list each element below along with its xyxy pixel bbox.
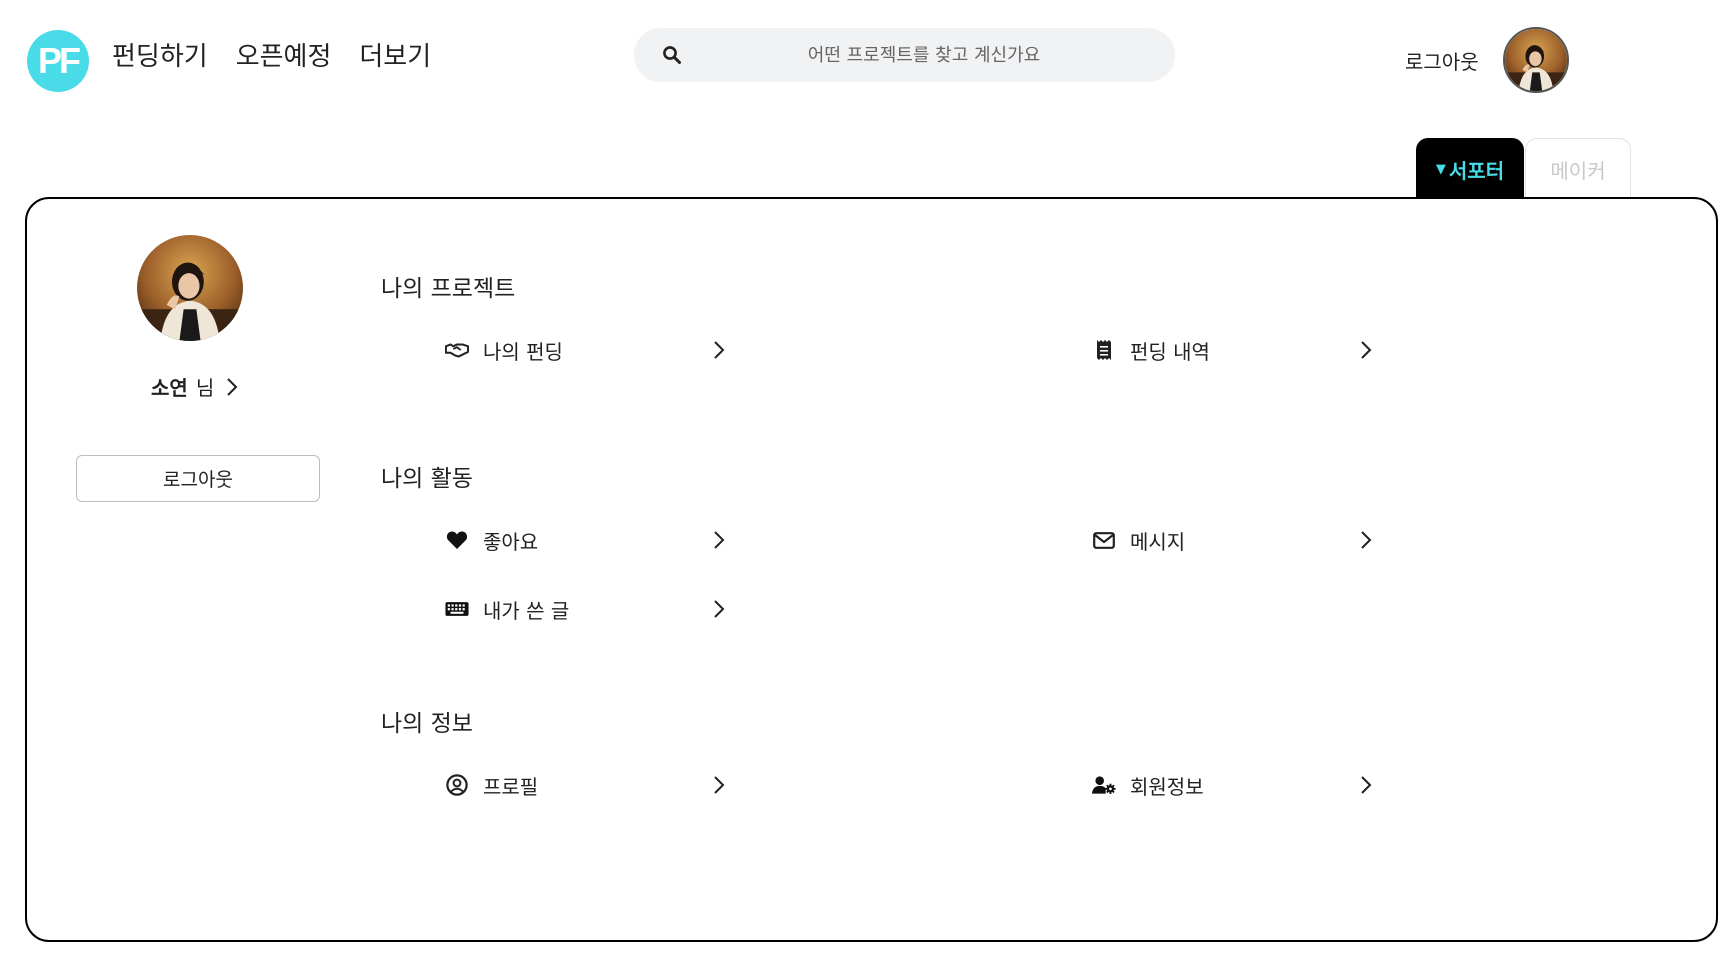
page: PF 펀딩하기 오픈예정 더보기 로그아웃 bbox=[0, 0, 1736, 976]
menu-item-profile[interactable]: 프로필 bbox=[445, 765, 735, 805]
tab-maker-label: 메이커 bbox=[1550, 159, 1606, 183]
mypage-card: 소연 님 로그아웃 나의 프로젝트 나의 펀딩 펀딩 내역 나의 활동 좋아요 … bbox=[25, 197, 1718, 942]
menu-item-funding-history[interactable]: 펀딩 내역 bbox=[1092, 330, 1382, 370]
profile-avatar[interactable] bbox=[137, 235, 243, 341]
nav-item-more[interactable]: 더보기 bbox=[359, 36, 431, 73]
tab-supporter-label: 서포터 bbox=[1448, 158, 1505, 183]
user-name: 소연 bbox=[151, 376, 188, 400]
nav-item-funding[interactable]: 펀딩하기 bbox=[112, 36, 208, 73]
user-gear-icon bbox=[1092, 773, 1116, 797]
search-icon[interactable] bbox=[662, 45, 682, 65]
main-nav: 펀딩하기 오픈예정 더보기 bbox=[112, 36, 431, 73]
handshake-icon bbox=[445, 338, 469, 362]
search-bar bbox=[634, 28, 1175, 82]
receipt-icon bbox=[1092, 338, 1116, 362]
menu-item-label: 좋아요 bbox=[483, 529, 539, 554]
menu-item-label: 회원정보 bbox=[1130, 774, 1204, 799]
keyboard-icon bbox=[445, 597, 469, 621]
avatar-photo bbox=[137, 235, 243, 341]
chevron-right-icon bbox=[227, 377, 238, 396]
heart-icon bbox=[445, 528, 469, 552]
logo[interactable]: PF bbox=[27, 30, 89, 92]
chevron-right-icon bbox=[714, 341, 725, 359]
tab-supporter[interactable]: ▼ 서포터 bbox=[1416, 138, 1524, 200]
menu-item-messages[interactable]: 메시지 bbox=[1092, 520, 1382, 560]
profile-name-link[interactable]: 소연 님 bbox=[151, 372, 238, 401]
logout-button[interactable]: 로그아웃 bbox=[76, 455, 320, 502]
menu-item-label: 메시지 bbox=[1130, 529, 1186, 554]
chevron-right-icon bbox=[1361, 531, 1372, 549]
section-title-projects: 나의 프로젝트 bbox=[381, 276, 516, 302]
menu-item-my-funding[interactable]: 나의 펀딩 bbox=[445, 330, 735, 370]
section-title-info: 나의 정보 bbox=[381, 711, 473, 737]
header-avatar[interactable] bbox=[1503, 27, 1569, 93]
menu-item-label: 프로필 bbox=[483, 774, 539, 799]
menu-item-label: 나의 펀딩 bbox=[483, 339, 563, 364]
chevron-right-icon bbox=[714, 600, 725, 618]
menu-item-my-posts[interactable]: 내가 쓴 글 bbox=[445, 589, 735, 629]
chevron-right-icon bbox=[1361, 776, 1372, 794]
nav-item-upcoming[interactable]: 오픈예정 bbox=[236, 36, 332, 73]
user-circle-icon bbox=[445, 773, 469, 797]
tab-maker[interactable]: 메이커 bbox=[1525, 138, 1631, 200]
chevron-right-icon bbox=[1361, 341, 1372, 359]
avatar-photo bbox=[1505, 29, 1567, 91]
caret-down-icon: ▼ bbox=[1435, 161, 1446, 177]
section-title-activity: 나의 활동 bbox=[381, 466, 473, 492]
menu-item-label: 내가 쓴 글 bbox=[483, 598, 570, 623]
user-name-suffix: 님 bbox=[195, 376, 215, 400]
menu-item-label: 펀딩 내역 bbox=[1130, 339, 1210, 364]
envelope-icon bbox=[1092, 528, 1116, 552]
header-logout-link[interactable]: 로그아웃 bbox=[1405, 46, 1479, 75]
menu-item-likes[interactable]: 좋아요 bbox=[445, 520, 735, 560]
chevron-right-icon bbox=[714, 531, 725, 549]
menu-item-member-info[interactable]: 회원정보 bbox=[1092, 765, 1382, 805]
chevron-right-icon bbox=[714, 776, 725, 794]
search-input[interactable] bbox=[704, 28, 1144, 82]
